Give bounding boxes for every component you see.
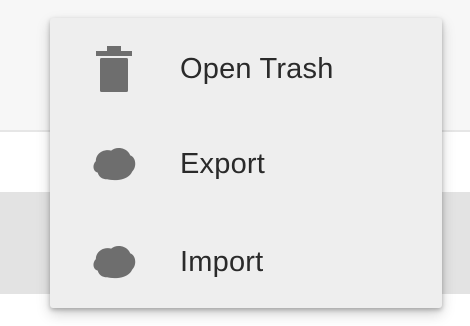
menu-item-label: Open Trash — [180, 52, 334, 85]
menu-item-import[interactable]: Import — [50, 214, 442, 310]
cloud-icon — [92, 142, 136, 186]
cloud-icon — [92, 240, 136, 284]
menu-item-label: Import — [180, 245, 264, 278]
trash-icon — [92, 46, 136, 92]
menu-item-export[interactable]: Export — [50, 116, 442, 212]
overflow-menu: Open Trash Export Import — [50, 18, 442, 308]
menu-item-label: Export — [180, 147, 266, 180]
menu-item-open-trash[interactable]: Open Trash — [50, 21, 442, 117]
